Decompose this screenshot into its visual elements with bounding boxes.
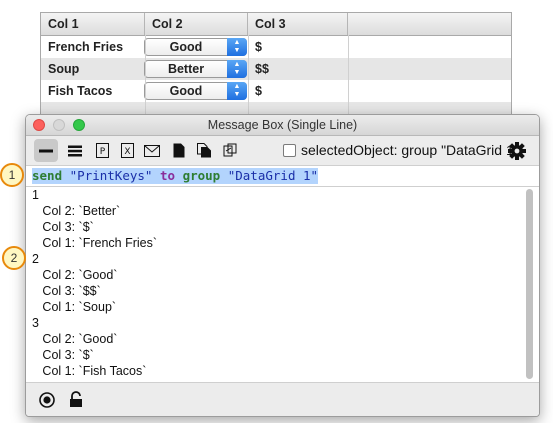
grid-header: Col 1 Col 2 Col 3 (41, 13, 511, 36)
back-scripts-button[interactable] (192, 139, 216, 162)
rating-popup-menu[interactable]: Good ▲ ▼ (144, 82, 247, 100)
grid-cell-col1: Soup (48, 62, 80, 76)
popup-arrows-icon: ▲ ▼ (227, 82, 247, 100)
grid-cell-col1: Fish Tacos (48, 84, 113, 98)
output-line: Col 1: `Soup` (32, 300, 117, 314)
grid-cell-col1: French Fries (48, 40, 124, 54)
output-line: 3 (32, 316, 39, 330)
popup-arrows-icon: ▲ ▼ (227, 60, 247, 78)
output-line: Col 2: `Good` (32, 332, 118, 346)
scrollbar-thumb[interactable] (526, 189, 533, 379)
bottom-bar (26, 382, 539, 416)
column-divider (145, 35, 146, 126)
single-line-mode-button[interactable] (34, 139, 58, 162)
stacks-icon (223, 143, 236, 157)
popup-arrows-icon: ▲ ▼ (227, 38, 247, 56)
keyword-send: send (32, 168, 63, 183)
toolbar: P X selectedObject: group "DataGrid 1" (26, 136, 539, 166)
popup-value: Better (167, 62, 205, 76)
keyword-group: group (182, 168, 221, 183)
output-line: 1 (32, 188, 39, 202)
output-line: Col 1: `French Fries` (32, 236, 158, 250)
gear-icon[interactable] (506, 140, 528, 162)
column-divider (348, 35, 349, 126)
multiple-lines-icon (68, 145, 82, 157)
output-line: Col 3: `$$` (32, 284, 101, 298)
command-text[interactable]: send "PrintKeys" to group "DataGrid 1" (32, 168, 319, 184)
grid-cell-col3: $$ (255, 62, 269, 76)
envelope-icon (144, 144, 160, 157)
window-title: Message Box (Single Line) (207, 118, 358, 132)
output-line: 2 (32, 252, 39, 266)
grid-row-2[interactable]: Soup Better ▲ ▼ $$ (41, 58, 511, 80)
selected-object-label: selectedObject: group "DataGrid 1" (301, 142, 519, 158)
grid-cell-col3: $ (255, 40, 262, 54)
output-line: Col 3: `$` (32, 348, 94, 362)
minimize-button[interactable] (53, 119, 65, 131)
documents-icon (196, 143, 211, 158)
grid-row-1[interactable]: French Fries Good ▲ ▼ $ (41, 36, 511, 58)
grid-cell-col3: $ (255, 84, 262, 98)
command-input[interactable]: send "PrintKeys" to group "DataGrid 1" (26, 166, 539, 187)
front-scripts-button[interactable] (167, 139, 191, 162)
output-line: Col 2: `Good` (32, 268, 118, 282)
output-line: Col 2: `Better` (32, 204, 121, 218)
pending-messages-button[interactable] (140, 139, 164, 162)
callout-badge: 1 (0, 163, 24, 187)
close-button[interactable] (33, 119, 45, 131)
target-icon[interactable] (39, 392, 55, 408)
zoom-button[interactable] (73, 119, 85, 131)
title-bar[interactable]: Message Box (Single Line) (26, 115, 539, 136)
column-header-col3[interactable]: Col 3 (248, 13, 348, 35)
multiple-lines-mode-button[interactable] (63, 139, 87, 162)
rating-popup-menu[interactable]: Good ▲ ▼ (144, 38, 247, 56)
selected-object-checkbox[interactable] (283, 144, 296, 157)
global-variables-icon: X (120, 143, 134, 159)
data-grid: Col 1 Col 2 Col 3 French Fries Good ▲ ▼ $… (40, 12, 512, 127)
global-properties-icon: P (95, 143, 109, 159)
document-icon (173, 143, 185, 158)
column-divider (248, 35, 249, 126)
keyword-to: to (159, 168, 176, 183)
rating-popup-menu[interactable]: Better ▲ ▼ (144, 60, 247, 78)
svg-text:X: X (124, 147, 130, 157)
results-output[interactable]: 1 Col 2: `Better` Col 3: `$` Col 1: `Fre… (26, 187, 526, 381)
stacks-in-use-button[interactable] (218, 139, 242, 162)
popup-value: Good (169, 84, 203, 98)
global-properties-button[interactable]: P (90, 139, 114, 162)
message-box-window: Message Box (Single Line) P X selectedOb… (25, 114, 540, 417)
svg-text:P: P (99, 147, 105, 157)
column-header-col2[interactable]: Col 2 (145, 13, 248, 35)
string-literal: "DataGrid 1" (227, 168, 319, 183)
grid-row-3[interactable]: Fish Tacos Good ▲ ▼ $ (41, 80, 511, 102)
vertical-scrollbar[interactable] (524, 189, 535, 379)
single-line-icon (39, 149, 53, 153)
popup-value: Good (169, 40, 203, 54)
lock-icon[interactable] (69, 391, 83, 408)
column-header-col1[interactable]: Col 1 (41, 13, 145, 35)
global-variables-button[interactable]: X (115, 139, 139, 162)
output-line: Col 3: `$` (32, 220, 94, 234)
callout-badge: 2 (2, 246, 26, 270)
output-line: Col 1: `Fish Tacos` (32, 364, 147, 378)
string-literal: "PrintKeys" (69, 168, 153, 183)
